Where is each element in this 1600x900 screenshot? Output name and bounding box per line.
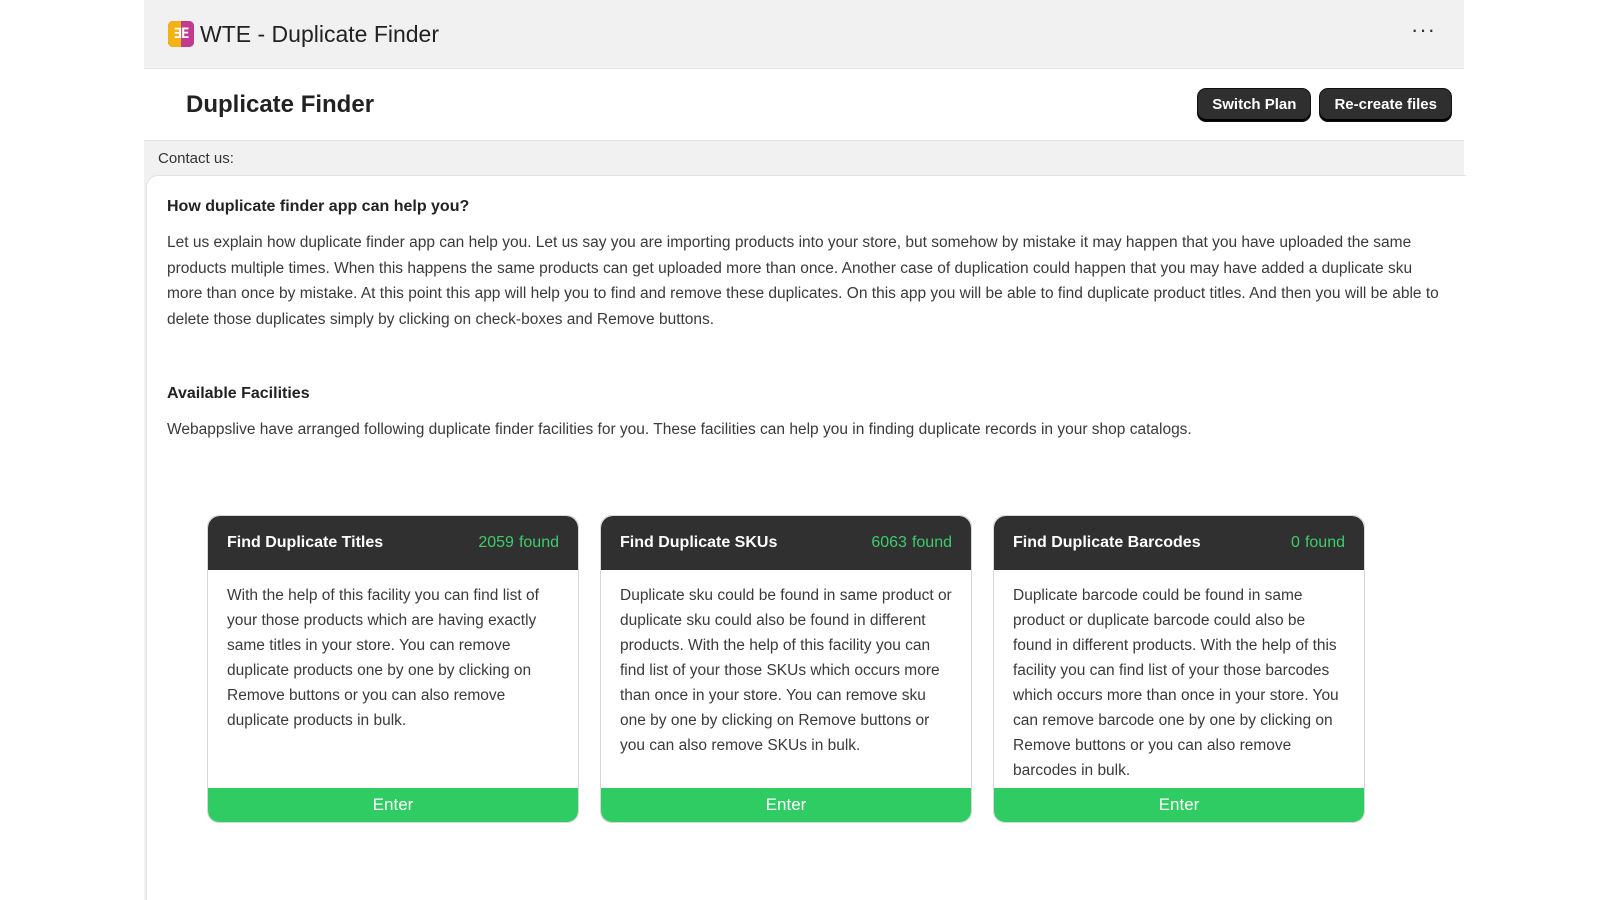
switch-plan-button[interactable]: Switch Plan bbox=[1197, 87, 1312, 122]
contact-us-label: Contact us: bbox=[158, 149, 234, 167]
facilities-section: Available Facilities Webappslive have ar… bbox=[147, 332, 1466, 443]
facility-card-titles: Find Duplicate Titles 2059 found With the… bbox=[207, 515, 579, 823]
enter-titles-button[interactable]: Enter bbox=[208, 788, 578, 822]
facility-cards: Find Duplicate Titles 2059 found With the… bbox=[207, 515, 1365, 823]
app-title: WTE - Duplicate Finder bbox=[200, 20, 440, 47]
facility-card-header: Find Duplicate Barcodes 0 found bbox=[994, 516, 1364, 570]
intro-section: How duplicate finder app can help you? L… bbox=[147, 176, 1466, 332]
enter-barcodes-button[interactable]: Enter bbox=[994, 788, 1364, 822]
facility-card-title: Find Duplicate Barcodes bbox=[1013, 534, 1201, 551]
facility-card-description: With the help of this facility you can f… bbox=[227, 587, 539, 729]
facilities-text: Webappslive have arranged following dupl… bbox=[167, 421, 1192, 438]
facilities-heading: Available Facilities bbox=[167, 385, 310, 402]
more-actions-icon[interactable]: ··· bbox=[1407, 19, 1440, 49]
facility-card-title: Find Duplicate Titles bbox=[227, 534, 384, 551]
facility-card-skus: Find Duplicate SKUs 6063 found Duplicate … bbox=[600, 515, 972, 823]
app-topbar: ∃E WTE - Duplicate Finder ··· bbox=[144, 0, 1464, 69]
facility-card-header: Find Duplicate Titles 2059 found bbox=[208, 516, 578, 570]
facility-card-header: Find Duplicate SKUs 6063 found bbox=[601, 516, 971, 570]
page-title: Duplicate Finder bbox=[186, 90, 375, 118]
facility-card-barcodes: Find Duplicate Barcodes 0 found Duplicate… bbox=[993, 515, 1365, 823]
facility-card-title: Find Duplicate SKUs bbox=[620, 534, 778, 551]
app-frame: ∃E WTE - Duplicate Finder ··· Duplicate … bbox=[144, 0, 1466, 900]
intro-text: Let us explain how duplicate finder app … bbox=[167, 234, 1439, 328]
page-header: Duplicate Finder Switch Plan Re-create f… bbox=[144, 69, 1464, 141]
recreate-files-button[interactable]: Re-create files bbox=[1319, 87, 1452, 122]
main-content-card: How duplicate finder app can help you? L… bbox=[146, 175, 1466, 900]
header-actions: Switch Plan Re-create files bbox=[1197, 87, 1452, 122]
app-logo-icon: ∃E bbox=[168, 21, 194, 47]
facility-card-description: Duplicate sku could be found in same pro… bbox=[620, 587, 952, 754]
found-count: 2059 found bbox=[478, 534, 559, 551]
facility-card-description: Duplicate barcode could be found in same… bbox=[1013, 587, 1339, 779]
intro-heading: How duplicate finder app can help you? bbox=[167, 198, 470, 215]
found-count: 6063 found bbox=[871, 534, 952, 551]
found-count: 0 found bbox=[1291, 534, 1345, 551]
enter-skus-button[interactable]: Enter bbox=[601, 788, 971, 822]
